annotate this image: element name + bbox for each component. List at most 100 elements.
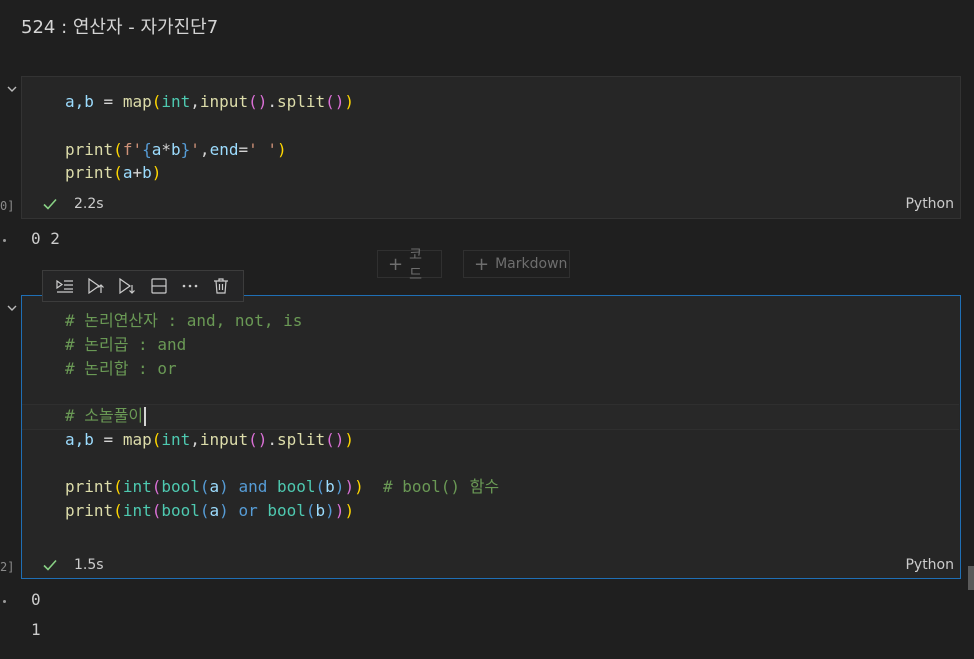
code-token: ( xyxy=(151,501,162,520)
code-token: a,b xyxy=(65,430,94,449)
code-token: ) xyxy=(354,477,364,496)
code-line[interactable]: print(f'{a*b}',end=' ') xyxy=(65,139,287,161)
delete-icon xyxy=(214,278,229,294)
chevron-down-icon[interactable] xyxy=(6,302,18,314)
language-label[interactable]: Python xyxy=(905,557,954,573)
execution-count: 0] xyxy=(0,199,15,213)
code-token: ( xyxy=(113,501,123,520)
code-token: ) xyxy=(344,92,355,111)
code-token: int xyxy=(122,501,152,520)
code-token: a xyxy=(209,477,220,496)
code-line[interactable]: a,b = map(int,input().split()) xyxy=(65,429,354,451)
language-label[interactable]: Python xyxy=(905,196,954,212)
code-token: ) xyxy=(344,501,355,520)
code-token: # 소놀풀이 xyxy=(65,406,144,425)
code-token: ' xyxy=(190,140,200,159)
code-token: } xyxy=(180,140,191,159)
code-token: ) xyxy=(277,140,287,159)
add-markdown-label: Markdown xyxy=(495,256,568,272)
code-line[interactable]: # 소놀풀이 xyxy=(65,405,147,427)
code-token: b xyxy=(142,163,152,182)
output-bullet xyxy=(3,239,6,242)
code-line[interactable]: print(int(bool(a) or bool(b))) xyxy=(65,500,354,522)
code-line[interactable]: a,b = map(int,input().split()) xyxy=(65,91,354,113)
code-token: ) xyxy=(151,163,162,182)
execute-below-icon xyxy=(119,277,136,295)
code-token: , xyxy=(199,140,210,159)
code-token: () xyxy=(325,92,345,111)
code-token: = xyxy=(93,430,123,449)
cell-output-line: 1 xyxy=(31,620,41,639)
code-token: a xyxy=(209,501,220,520)
code-token: # bool() 함수 xyxy=(363,477,500,496)
execution-time: 1.5s xyxy=(74,557,104,573)
code-line[interactable]: print(a+b) xyxy=(65,162,161,184)
code-token: * xyxy=(161,140,171,159)
code-token: ( xyxy=(113,163,123,182)
code-token: ) xyxy=(325,501,335,520)
code-token: bool xyxy=(161,477,200,496)
code-token: # 논리합 : or xyxy=(65,359,177,378)
code-token: # 논리연산자 : and, not, is xyxy=(65,311,303,330)
code-token: , xyxy=(190,430,200,449)
output-bullet xyxy=(3,600,6,603)
code-token: ( xyxy=(151,430,162,449)
add-code-label: 코드 xyxy=(409,247,422,283)
cell-toolbar xyxy=(42,270,244,302)
text-cursor xyxy=(144,407,147,426)
code-token: = xyxy=(93,92,123,111)
code-token: bool xyxy=(276,477,316,496)
code-token: b xyxy=(171,140,181,159)
code-token: int xyxy=(161,430,191,449)
add-code-button[interactable]: + 코드 xyxy=(377,247,442,283)
code-token: # 논리곱 : and xyxy=(65,335,187,354)
code-token: ) xyxy=(219,477,229,496)
scrollbar-thumb[interactable] xyxy=(968,566,974,590)
code-token: ( xyxy=(199,477,210,496)
check-icon xyxy=(43,198,57,210)
code-token: ) xyxy=(219,501,229,520)
add-markdown-button[interactable]: + Markdown xyxy=(463,250,570,278)
split-cell-button[interactable] xyxy=(147,274,171,298)
code-token: a xyxy=(151,140,162,159)
code-token: int xyxy=(161,92,191,111)
code-token: ) xyxy=(344,477,355,496)
code-token: and xyxy=(228,477,277,496)
execute-below-button[interactable] xyxy=(115,274,139,298)
code-line[interactable]: # 논리연산자 : and, not, is xyxy=(65,310,302,332)
code-token: b xyxy=(315,501,326,520)
execute-above-icon xyxy=(88,277,104,295)
code-token: ( xyxy=(151,477,162,496)
code-token: ) xyxy=(344,430,355,449)
code-token: . xyxy=(267,430,277,449)
code-token: input xyxy=(199,430,249,449)
code-line[interactable]: # 논리곱 : and xyxy=(65,334,186,356)
more-actions-button[interactable] xyxy=(178,274,202,298)
code-token: map xyxy=(122,92,152,111)
code-line[interactable]: print(int(bool(a) and bool(b))) # bool()… xyxy=(65,476,499,498)
code-token: map xyxy=(122,430,152,449)
code-token: a,b xyxy=(65,92,94,111)
delete-cell-button[interactable] xyxy=(209,274,233,298)
code-token: , xyxy=(190,92,200,111)
more-actions-icon xyxy=(182,284,198,288)
code-token: a xyxy=(122,163,133,182)
chevron-down-icon[interactable] xyxy=(6,83,18,95)
run-by-line-button[interactable] xyxy=(53,274,77,298)
code-token: or xyxy=(228,501,268,520)
code-line[interactable]: # 논리합 : or xyxy=(65,358,177,380)
code-token: ( xyxy=(113,477,123,496)
code-token: ( xyxy=(151,92,162,111)
code-token: bool xyxy=(267,501,306,520)
code-token: input xyxy=(199,92,249,111)
plus-icon: + xyxy=(388,253,404,275)
code-token: ( xyxy=(199,501,210,520)
code-token: b xyxy=(325,477,335,496)
code-token: split xyxy=(276,92,326,111)
split-cell-icon xyxy=(151,278,167,294)
code-token: ( xyxy=(113,140,123,159)
execute-above-button[interactable] xyxy=(84,274,108,298)
current-line-highlight xyxy=(22,404,959,430)
code-token: ( xyxy=(315,477,326,496)
cell-output-line: 0 xyxy=(31,590,41,609)
